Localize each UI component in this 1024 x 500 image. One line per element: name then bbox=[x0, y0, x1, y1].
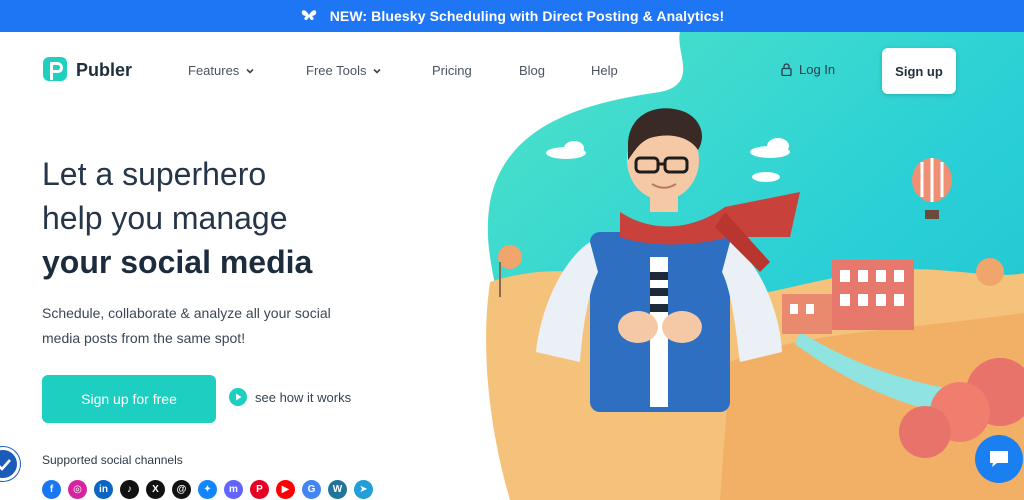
nav-help[interactable]: Help bbox=[591, 63, 618, 78]
chevron-down-icon bbox=[246, 68, 254, 74]
mastodon-icon: m bbox=[224, 480, 243, 499]
login-label: Log In bbox=[799, 62, 836, 77]
nav-free-tools-label: Free Tools bbox=[306, 63, 367, 78]
publer-logo-icon bbox=[43, 57, 67, 81]
chat-bubble-icon[interactable] bbox=[975, 435, 1023, 483]
butterfly-icon bbox=[301, 10, 316, 21]
signup-free-button[interactable]: Sign up for free bbox=[42, 375, 216, 423]
chevron-down-icon bbox=[373, 68, 382, 74]
hero-line-3: your social media bbox=[42, 244, 313, 280]
brand-logo[interactable]: Publer bbox=[42, 56, 132, 84]
hero-heading: Let a superhero help you manage your soc… bbox=[42, 152, 462, 284]
nav-blog[interactable]: Blog bbox=[519, 63, 545, 78]
brand-name: Publer bbox=[76, 59, 133, 80]
nav-help-label: Help bbox=[591, 63, 618, 78]
play-icon bbox=[229, 388, 247, 406]
verified-check-icon[interactable] bbox=[0, 447, 20, 481]
wordpress-icon: W bbox=[328, 480, 347, 499]
lock-icon bbox=[781, 63, 792, 76]
pinterest-icon: P bbox=[250, 480, 269, 499]
youtube-icon: ▶ bbox=[276, 480, 295, 499]
login-link[interactable]: Log In bbox=[781, 62, 835, 77]
banner-text: NEW: Bluesky Scheduling with Direct Post… bbox=[329, 8, 725, 24]
nav-pricing-label: Pricing bbox=[432, 63, 472, 78]
instagram-icon: ◎ bbox=[68, 480, 87, 499]
channels-label: Supported social channels bbox=[42, 453, 183, 467]
hero-line-2: help you manage bbox=[42, 200, 288, 236]
x-icon: X bbox=[146, 480, 165, 499]
nav-free-tools[interactable]: Free Tools bbox=[306, 63, 382, 78]
hero-illustration bbox=[486, 32, 1024, 500]
see-how-it-works-link[interactable]: see how it works bbox=[229, 388, 351, 406]
see-how-it-works-label: see how it works bbox=[255, 389, 352, 405]
nav-pricing[interactable]: Pricing bbox=[432, 63, 472, 78]
google-business-icon: G bbox=[302, 480, 321, 499]
threads-icon: @ bbox=[172, 480, 191, 499]
signup-button[interactable]: Sign up bbox=[882, 48, 956, 94]
announcement-banner[interactable]: NEW: Bluesky Scheduling with Direct Post… bbox=[0, 0, 1024, 32]
telegram-icon: ➤ bbox=[354, 480, 373, 499]
hero-line-1: Let a superhero bbox=[42, 156, 267, 192]
channel-icons: f ◎ in ♪ X @ ✦ m P ▶ G W ➤ bbox=[42, 480, 373, 499]
nav-blog-label: Blog bbox=[519, 63, 546, 78]
nav-features-label: Features bbox=[188, 63, 240, 78]
hero-subtitle: Schedule, collaborate & analyze all your… bbox=[42, 305, 331, 346]
linkedin-icon: in bbox=[94, 480, 113, 499]
tiktok-icon: ♪ bbox=[120, 480, 139, 499]
nav-features[interactable]: Features bbox=[188, 63, 255, 78]
facebook-icon: f bbox=[42, 480, 61, 499]
bluesky-icon: ✦ bbox=[198, 480, 217, 499]
